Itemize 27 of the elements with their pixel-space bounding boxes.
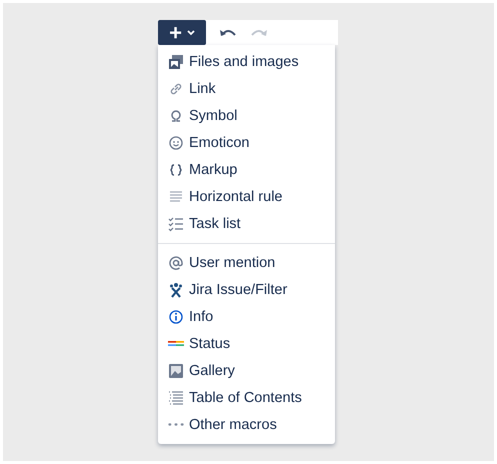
menu-item[interactable]: Horizontal rule xyxy=(158,183,335,210)
gallery-icon xyxy=(168,362,184,378)
menu-item[interactable]: Table of Contents xyxy=(158,384,335,411)
toc-icon xyxy=(168,390,184,406)
menu-item[interactable]: Status xyxy=(158,330,335,357)
status-lozenge-icon xyxy=(168,341,184,346)
at-icon xyxy=(168,254,184,270)
insert-button[interactable]: + xyxy=(158,20,206,45)
braces-icon xyxy=(168,162,184,178)
menu-item[interactable]: Jira Issue/Filter xyxy=(158,276,335,303)
info-icon xyxy=(168,308,184,324)
menu-item[interactable]: Link xyxy=(158,75,335,102)
menu-item[interactable]: Info xyxy=(158,303,335,330)
menu-item[interactable]: Emoticon xyxy=(158,129,335,156)
caret-icon xyxy=(186,30,195,36)
menu-item[interactable]: User mention xyxy=(158,249,335,276)
menu-item[interactable]: Symbol xyxy=(158,102,335,129)
more-icon xyxy=(168,423,184,426)
smiley-icon xyxy=(168,134,184,150)
menu-item[interactable]: Gallery xyxy=(158,357,335,384)
menu-item[interactable]: Task list xyxy=(158,210,335,237)
menu-item[interactable]: Other macros xyxy=(158,411,335,438)
lines-icon xyxy=(168,188,184,204)
checklist-icon xyxy=(168,216,184,232)
menu-item[interactable]: Markup xyxy=(158,156,335,183)
image-icon xyxy=(168,54,184,70)
menu-item[interactable]: Files and images xyxy=(158,48,335,75)
